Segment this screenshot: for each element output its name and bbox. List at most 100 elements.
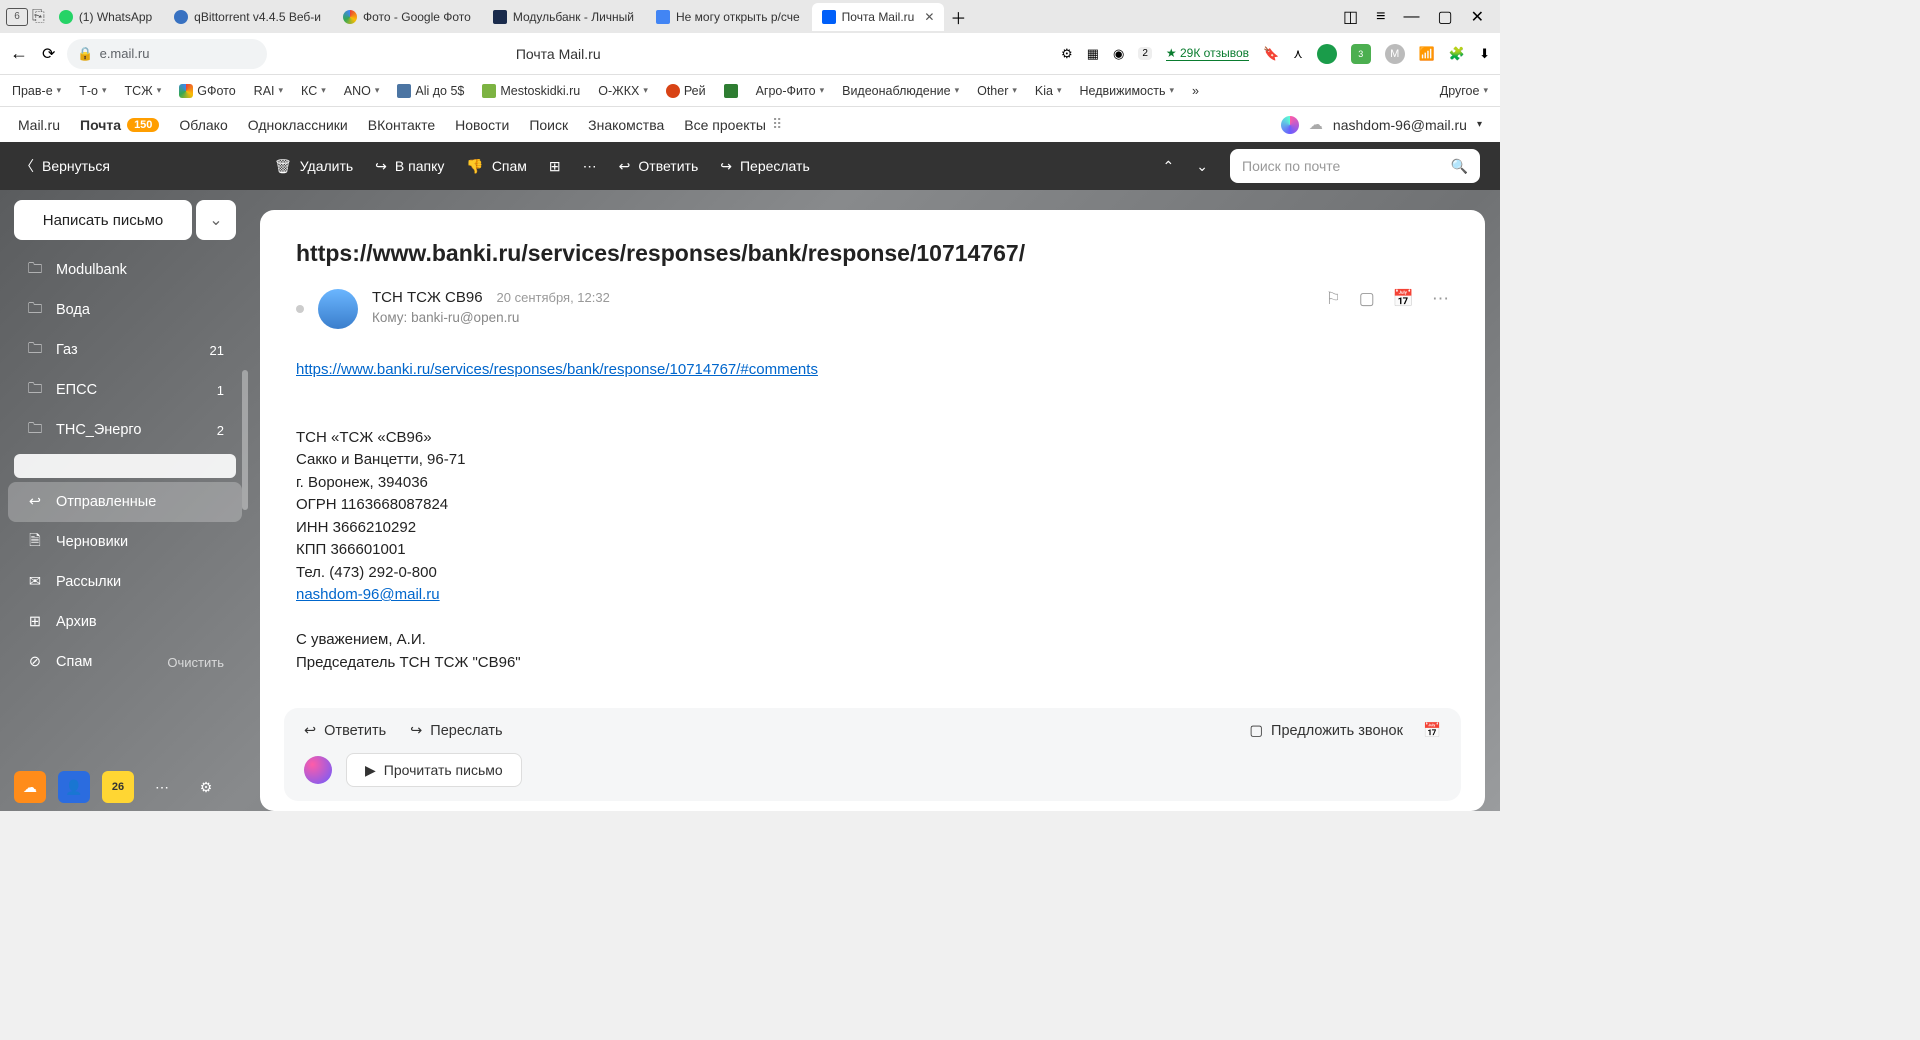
tab-whatsapp[interactable]: (1) WhatsApp xyxy=(49,3,162,31)
back-icon[interactable]: ← xyxy=(10,43,28,64)
nav-ok[interactable]: Одноклассники xyxy=(248,117,348,133)
read-status-dot[interactable] xyxy=(296,305,304,313)
close-window-icon[interactable]: ✕ xyxy=(1471,7,1484,27)
sig-email-link[interactable]: nashdom-96@mail.ru xyxy=(296,586,440,603)
bookmark-item[interactable]: Т-о▾ xyxy=(79,84,106,98)
folder-voda[interactable]: 🗀Вода xyxy=(8,290,242,330)
sender-name[interactable]: ТСН ТСЖ СВ96 xyxy=(372,289,483,306)
minimize-icon[interactable]: — xyxy=(1403,7,1419,27)
next-mail-button[interactable]: ⌄ xyxy=(1196,158,1208,175)
reviews-link[interactable]: ★ 29К отзывов xyxy=(1166,46,1249,61)
spam-button[interactable]: 👎Спам xyxy=(466,158,527,175)
folder-newsletters[interactable]: ✉Рассылки xyxy=(8,562,242,602)
bookmark-item[interactable]: Агро-Фито▾ xyxy=(756,84,825,98)
nav-mailru[interactable]: Mail.ru xyxy=(18,117,60,133)
folder-archive[interactable]: ⊞Архив xyxy=(8,602,242,642)
library-icon[interactable]: ◫ xyxy=(1343,7,1358,27)
nav-mail[interactable]: Почта150 xyxy=(80,117,159,133)
folder-modulbank[interactable]: 🗀Modulbank xyxy=(8,250,242,290)
ext-shield-icon[interactable]: ◉ xyxy=(1113,46,1124,62)
body-link[interactable]: https://www.banki.ru/services/responses/… xyxy=(296,361,818,378)
bookmarks-overflow[interactable]: » xyxy=(1192,84,1199,98)
new-tab-button[interactable]: ＋ xyxy=(946,5,970,29)
folder-drafts[interactable]: 🗎Черновики xyxy=(8,522,242,562)
folder-sent[interactable]: ↩Отправленные xyxy=(8,482,242,522)
delete-button[interactable]: 🗑Удалить xyxy=(274,158,353,175)
ext-puzzle-icon[interactable]: 🧩 xyxy=(1449,46,1465,62)
archive-button[interactable]: ⊞ xyxy=(549,158,561,175)
quick-reply-button[interactable]: ↩Ответить xyxy=(304,723,386,739)
bookmark-item[interactable]: Ali до 5$ xyxy=(397,84,464,98)
tab-banki[interactable]: Не могу открыть р/сче xyxy=(646,3,810,31)
bookmark-item[interactable]: Рей xyxy=(666,84,706,98)
folder-spam[interactable]: ⊘СпамОчистить xyxy=(8,642,242,682)
ext-badge-icon[interactable]: 2 xyxy=(1138,47,1152,60)
theme-icon[interactable] xyxy=(1281,116,1299,134)
bookmark-item[interactable]: Недвижимость▾ xyxy=(1080,84,1175,98)
ext-grid-icon[interactable]: ▦ xyxy=(1087,46,1099,62)
reply-button[interactable]: ↩Ответить xyxy=(619,158,699,175)
nav-dating[interactable]: Знакомства xyxy=(588,117,664,133)
bookmark-item[interactable]: Kia▾ xyxy=(1035,84,1062,98)
sender-avatar[interactable] xyxy=(318,289,358,329)
tab-qbittorrent[interactable]: qBittorrent v4.4.5 Веб-и xyxy=(164,3,331,31)
flag-icon[interactable]: ⚐ xyxy=(1326,289,1341,309)
maximize-icon[interactable]: ▢ xyxy=(1437,7,1452,27)
bookmark-item[interactable] xyxy=(724,84,738,98)
suggest-call-button[interactable]: ▢Предложить звонок xyxy=(1249,722,1403,739)
nav-vk[interactable]: ВКонтакте xyxy=(368,117,435,133)
bookmark-item[interactable]: Прав-е▾ xyxy=(12,84,61,98)
sidebar-scrollbar[interactable] xyxy=(242,250,248,550)
more-button[interactable]: ⋯ xyxy=(583,158,597,175)
move-button[interactable]: ↪В папку xyxy=(375,158,444,175)
bookmark-item[interactable]: Other▾ xyxy=(977,84,1017,98)
calendar-button[interactable]: 📅 xyxy=(1423,722,1441,739)
folder-tns[interactable]: 🗀ТНС_Энерго2 xyxy=(8,410,242,450)
ext-m-icon[interactable]: M xyxy=(1385,44,1405,64)
bookmark-item[interactable]: GФото xyxy=(179,84,235,98)
nav-cloud[interactable]: Облако xyxy=(179,117,227,133)
folder-blank[interactable] xyxy=(14,454,236,478)
user-email[interactable]: nashdom-96@mail.ru xyxy=(1333,117,1467,133)
reload-icon[interactable]: ⟳ xyxy=(42,43,55,64)
cloud-button[interactable]: ☁ xyxy=(14,771,46,803)
bookmark-icon[interactable]: 🔖 xyxy=(1263,46,1279,62)
more-icon[interactable]: ⋯ xyxy=(1432,289,1449,309)
calendar-icon[interactable]: 📅 xyxy=(1393,289,1414,309)
tab-counter-icon[interactable]: 6 xyxy=(6,8,28,26)
cloud-icon[interactable]: ☁ xyxy=(1309,116,1323,133)
calendar-button[interactable]: 26 xyxy=(102,771,134,803)
bookmark-item[interactable]: О-ЖКХ▾ xyxy=(598,84,648,98)
tab-modulbank[interactable]: Модульбанк - Личный xyxy=(483,3,644,31)
tab-google-photos[interactable]: Фото - Google Фото xyxy=(333,3,481,31)
tab-mailru[interactable]: Почта Mail.ru✕ xyxy=(812,3,945,31)
settings-button[interactable]: ⚙ xyxy=(190,771,222,803)
folder-gaz[interactable]: 🗀Газ21 xyxy=(8,330,242,370)
bookmark-item[interactable]: RAI▾ xyxy=(254,84,283,98)
folder-epss[interactable]: 🗀ЕПСС1 xyxy=(8,370,242,410)
chevron-down-icon[interactable]: ▾ xyxy=(1477,119,1482,130)
clear-spam-link[interactable]: Очистить xyxy=(167,655,224,670)
search-input[interactable]: Поиск по почте 🔍 xyxy=(1230,149,1480,183)
contacts-button[interactable]: 👤 xyxy=(58,771,90,803)
read-aloud-button[interactable]: ▶Прочитать письмо xyxy=(346,753,522,787)
nav-news[interactable]: Новости xyxy=(455,117,509,133)
compose-button[interactable]: Написать письмо xyxy=(14,200,192,240)
ext-2-icon[interactable] xyxy=(1317,44,1337,64)
prev-mail-button[interactable]: ⌃ xyxy=(1163,158,1175,175)
ext-3-icon[interactable]: 3 xyxy=(1351,44,1371,64)
close-icon[interactable]: ✕ xyxy=(924,10,934,24)
bookmark-item[interactable]: ТСЖ▾ xyxy=(124,84,161,98)
ext-1-icon[interactable]: ⋏ xyxy=(1293,46,1303,62)
back-button[interactable]: 〈Вернуться xyxy=(20,156,110,176)
bookmark-item[interactable]: Видеонаблюдение▾ xyxy=(842,84,959,98)
download-icon[interactable]: ⬇ xyxy=(1479,46,1490,62)
bookmark-item[interactable]: КС▾ xyxy=(301,84,326,98)
forward-button[interactable]: ↪Переслать xyxy=(720,158,810,175)
new-group-icon[interactable]: ⎘ xyxy=(32,8,45,26)
menu-icon[interactable]: ≡ xyxy=(1376,7,1385,27)
bookmarks-other[interactable]: Другое▾ xyxy=(1440,84,1488,98)
ext-wifi-icon[interactable]: 📶 xyxy=(1419,46,1435,62)
ext-translate-icon[interactable]: ⚙ xyxy=(1061,46,1073,62)
address-bar[interactable]: 🔒 e.mail.ru xyxy=(67,39,267,69)
